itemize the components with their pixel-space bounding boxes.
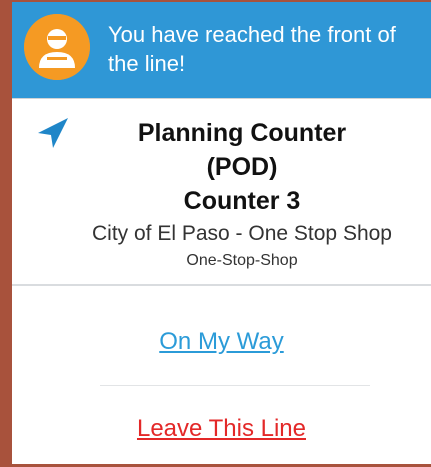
service-category: One-Stop-Shop bbox=[186, 252, 298, 269]
screen: You have reached the front of the line! … bbox=[0, 0, 431, 467]
divider bbox=[12, 284, 431, 286]
service-name-line2: (POD) bbox=[206, 153, 278, 181]
on-my-way-button[interactable]: On My Way bbox=[12, 328, 431, 356]
navigation-arrow-icon[interactable] bbox=[34, 114, 72, 152]
banner-message: You have reached the front of the line! bbox=[108, 22, 396, 76]
service-title: Planning Counter (POD) Counter 3 bbox=[92, 116, 392, 218]
service-name-line1: Planning Counter bbox=[137, 119, 347, 147]
front-of-line-banner: You have reached the front of the line! bbox=[12, 2, 431, 99]
person-avatar-icon bbox=[24, 14, 90, 80]
leave-line-button[interactable]: Leave This Line bbox=[12, 415, 431, 443]
action-divider bbox=[100, 385, 370, 386]
location-name: City of El Paso - One Stop Shop bbox=[92, 222, 392, 245]
counter-label: Counter 3 bbox=[183, 187, 301, 215]
